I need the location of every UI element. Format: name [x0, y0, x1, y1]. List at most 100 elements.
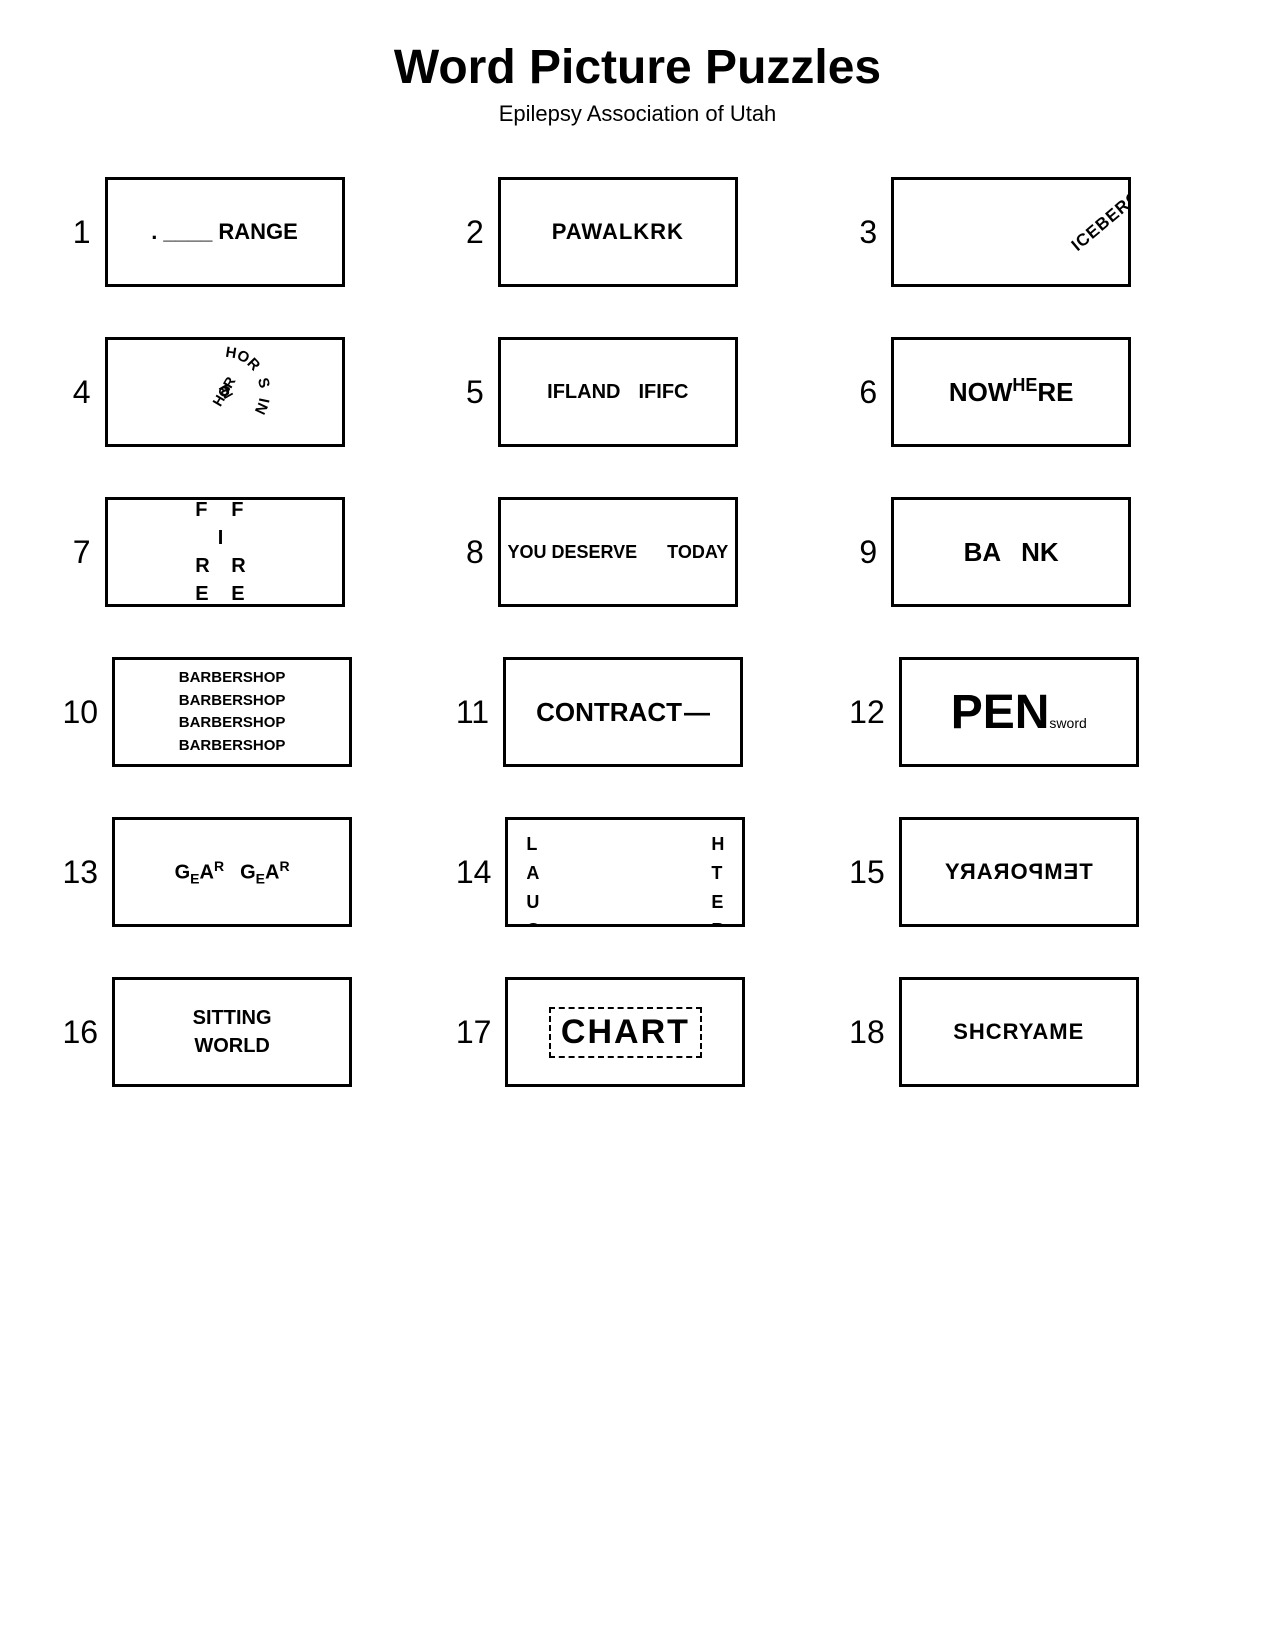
- p7-r1: R: [195, 552, 209, 580]
- puzzle-1: 1 . ____ RANGE: [63, 177, 426, 287]
- puzzle-9-box: BA NK: [891, 497, 1131, 607]
- puzzle-3-number: 3: [849, 214, 877, 251]
- puzzle-11-number: 11: [456, 694, 489, 731]
- p6-now: NOW: [949, 377, 1013, 408]
- puzzle-14-number: 14: [456, 854, 492, 891]
- puzzle-13: 13 GEAR GEAR: [63, 817, 426, 927]
- puzzle-17: 17 CHART: [456, 977, 819, 1087]
- p12-sword: sword: [1049, 715, 1086, 731]
- puzzle-16-box: SITTING WORLD: [112, 977, 352, 1087]
- p1-range: RANGE: [218, 219, 297, 245]
- puzzle-6-box: NOWHERE: [891, 337, 1131, 447]
- puzzle-18-number: 18: [849, 1014, 885, 1051]
- puzzle-15-content: TEMPORARY: [944, 859, 1093, 885]
- puzzle-13-box: GEAR GEAR: [112, 817, 352, 927]
- puzzle-11: 11 CONTRACT —: [456, 657, 819, 767]
- puzzle-5-content: IFLAND IFIFC: [547, 381, 688, 404]
- puzzle-15-box: TEMPORARY: [899, 817, 1139, 927]
- puzzle-4-svg: HOR S IN HOR S IN: [175, 342, 275, 442]
- puzzle-4-number: 4: [63, 374, 91, 411]
- p7-r2: R: [231, 552, 245, 580]
- p11-t: —: [684, 697, 710, 728]
- puzzle-17-box: CHART: [505, 977, 745, 1087]
- puzzle-14-content: L A U G H T E R: [508, 820, 742, 924]
- puzzle-7-box: F F I R R: [105, 497, 345, 607]
- p14-hter: H T E R: [711, 830, 724, 927]
- p6-he: HE: [1012, 376, 1037, 394]
- puzzle-6-number: 6: [849, 374, 877, 411]
- puzzle-14-box: L A U G H T E R: [505, 817, 745, 927]
- puzzle-2-content: PAWALKRK: [552, 219, 684, 245]
- puzzle-7-content: F F I R R: [181, 497, 267, 607]
- puzzle-2: 2 PAWALKRK: [456, 177, 819, 287]
- p9-ba: BA: [964, 537, 1002, 568]
- puzzle-7-number: 7: [63, 534, 91, 571]
- puzzle-18: 18 SHCRYAME: [849, 977, 1212, 1087]
- puzzle-10-content: BARBERSHOP BARBERSHOP BARBERSHOP BARBERS…: [179, 667, 286, 757]
- p10-line4: BARBERSHOP: [179, 735, 286, 758]
- p16-world: WORLD: [193, 1032, 272, 1060]
- p7-f2: F: [231, 497, 245, 524]
- puzzle-12-number: 12: [849, 694, 885, 731]
- p11-contrac: CONTRACT: [536, 697, 682, 728]
- puzzle-13-content: GEAR GEAR: [175, 858, 290, 887]
- puzzle-16: 16 SITTING WORLD: [63, 977, 426, 1087]
- p3-iceberg: ICEBERG: [1067, 186, 1131, 256]
- puzzle-2-box: PAWALKRK: [498, 177, 738, 287]
- puzzle-12-box: PENsword: [899, 657, 1139, 767]
- puzzle-5-box: IFLAND IFIFC: [498, 337, 738, 447]
- puzzle-13-number: 13: [63, 854, 99, 891]
- puzzle-15-number: 15: [849, 854, 885, 891]
- puzzle-12: 12 PENsword: [849, 657, 1212, 767]
- puzzle-12-content: PENsword: [951, 685, 1087, 740]
- puzzle-1-number: 1: [63, 214, 91, 251]
- puzzle-6: 6 NOWHERE: [849, 337, 1212, 447]
- p7-e2: E: [231, 580, 245, 607]
- p7-f1: F: [195, 497, 209, 524]
- p16-sitting: SITTING: [193, 1004, 272, 1032]
- puzzle-17-number: 17: [456, 1014, 492, 1051]
- subtitle: Epilepsy Association of Utah: [60, 101, 1215, 127]
- puzzle-9-content: BA NK: [964, 537, 1059, 568]
- puzzle-10: 10 BARBERSHOP BARBERSHOP BARBERSHOP BARB…: [63, 657, 426, 767]
- p7-i: I: [218, 524, 224, 552]
- p13-gear1: GEAR: [175, 858, 224, 887]
- puzzle-3-content: ICEBERG: [894, 180, 1128, 284]
- p7-e1: E: [195, 580, 209, 607]
- puzzle-17-content: CHART: [549, 1007, 702, 1058]
- puzzle-8-content: YOU DESERVE TODAY: [507, 542, 728, 563]
- puzzle-4-box: HOR S IN HOR S IN: [105, 337, 345, 447]
- p8-today: TODAY: [667, 542, 728, 563]
- puzzle-2-number: 2: [456, 214, 484, 251]
- puzzle-grid: 1 . ____ RANGE 2 PAWALKRK 3 ICEBERG 4 HO…: [63, 177, 1213, 1087]
- puzzle-10-number: 10: [63, 694, 99, 731]
- puzzle-7: 7 F F I R: [63, 497, 426, 607]
- p5-ififc: IFIFC: [638, 381, 688, 404]
- p13-gear2: GEAR: [240, 858, 289, 887]
- puzzle-16-number: 16: [63, 1014, 99, 1051]
- puzzle-4: 4 HOR S IN HOR S IN: [63, 337, 426, 447]
- p10-line3: BARBERSHOP: [179, 712, 286, 735]
- puzzle-3-box: ICEBERG: [891, 177, 1131, 287]
- p10-line2: BARBERSHOP: [179, 690, 286, 713]
- p6-re: RE: [1037, 377, 1073, 408]
- puzzle-10-box: BARBERSHOP BARBERSHOP BARBERSHOP BARBERS…: [112, 657, 352, 767]
- puzzle-18-content: SHCRYAME: [953, 1019, 1084, 1045]
- p9-nk: NK: [1021, 537, 1059, 568]
- puzzle-16-content: SITTING WORLD: [193, 1004, 272, 1060]
- puzzle-15: 15 TEMPORARY: [849, 817, 1212, 927]
- puzzle-18-box: SHCRYAME: [899, 977, 1139, 1087]
- puzzle-1-box: . ____ RANGE: [105, 177, 345, 287]
- puzzle-11-box: CONTRACT —: [503, 657, 743, 767]
- p1-blank: ____: [163, 219, 212, 245]
- p5-ifland: IFLAND: [547, 381, 620, 404]
- puzzle-11-content: CONTRACT —: [536, 697, 710, 728]
- puzzle-9: 9 BA NK: [849, 497, 1212, 607]
- p14-laugh: L A U G: [526, 830, 540, 927]
- puzzle-1-content: . ____ RANGE: [151, 219, 298, 245]
- puzzle-6-content: NOWHERE: [949, 377, 1074, 408]
- puzzle-5: 5 IFLAND IFIFC: [456, 337, 819, 447]
- puzzle-8-box: YOU DESERVE TODAY: [498, 497, 738, 607]
- p10-line1: BARBERSHOP: [179, 667, 286, 690]
- p1-dot: .: [151, 219, 157, 245]
